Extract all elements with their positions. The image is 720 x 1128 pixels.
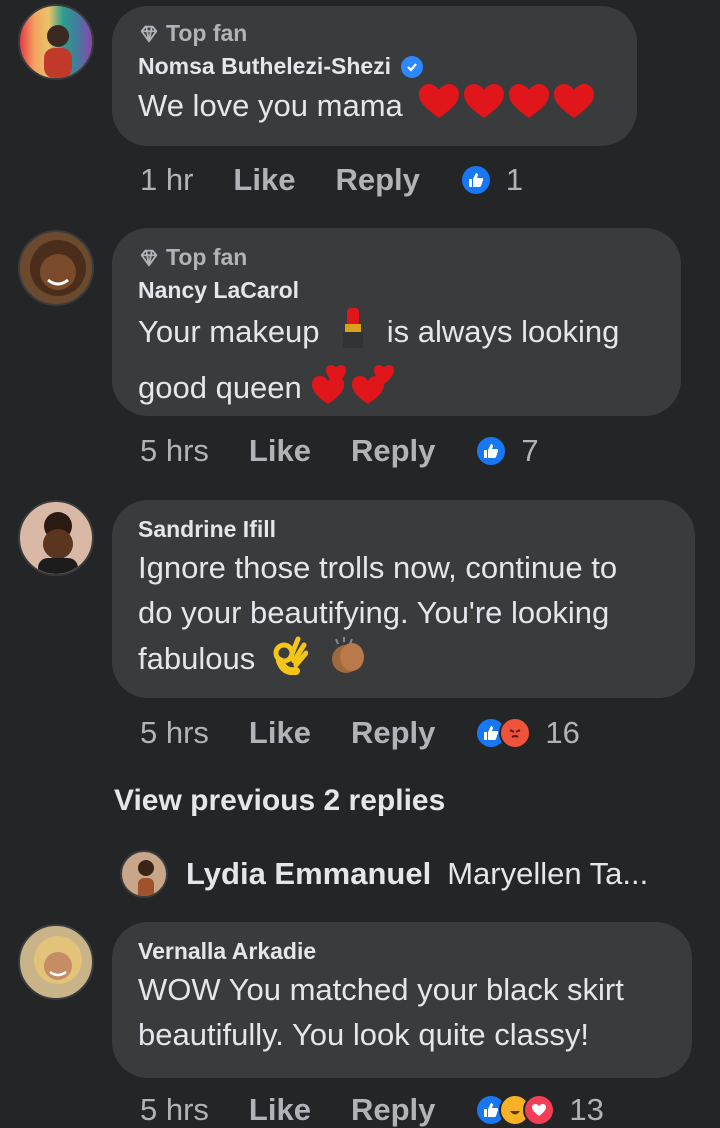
comment-text-line: good queen — [138, 370, 302, 406]
avatar[interactable] — [18, 4, 94, 80]
comment-bubble: Top fan Nomsa Buthelezi-Shezi We love yo… — [112, 6, 637, 146]
reactions[interactable] — [475, 717, 532, 749]
commenter-name-text[interactable]: Nomsa Buthelezi-Shezi — [138, 53, 391, 80]
comment-text: WOW You matched your black skirt beautif… — [138, 967, 666, 1057]
reaction-count[interactable]: 16 — [545, 715, 579, 751]
reply-preview-text[interactable]: Maryellen Ta... — [447, 856, 648, 892]
verified-badge-icon — [401, 55, 424, 78]
angry-reaction-icon — [499, 717, 532, 749]
like-button[interactable]: Like — [249, 433, 311, 469]
two-hearts-emoji — [310, 362, 396, 418]
view-previous-replies-link[interactable]: View previous 2 replies — [114, 784, 445, 818]
reaction-count[interactable]: 7 — [521, 433, 538, 469]
diamond-icon — [140, 25, 158, 42]
love-reaction-icon — [523, 1094, 556, 1126]
comment-text-line: do your beautifying. You're looking — [138, 595, 610, 630]
comment-text-line: Ignore those trolls now, continue to — [138, 550, 618, 585]
avatar[interactable] — [120, 850, 168, 898]
like-reaction-icon — [475, 435, 508, 467]
reply-author-name[interactable]: Lydia Emmanuel — [186, 856, 431, 892]
like-button[interactable]: Like — [249, 715, 311, 751]
commenter-name[interactable]: Nomsa Buthelezi-Shezi — [138, 53, 611, 80]
comment-actions: 5 hrs Like Reply 16 — [140, 715, 580, 751]
commenter-name-text[interactable]: Sandrine Ifill — [138, 516, 276, 543]
reply-button[interactable]: Reply — [335, 162, 419, 198]
like-reaction-icon — [459, 164, 492, 196]
reply-button[interactable]: Reply — [351, 715, 435, 751]
comment-text-line: We love you mama — [138, 88, 403, 124]
comment-text-line: fabulous — [138, 641, 256, 677]
avatar[interactable] — [18, 924, 94, 1000]
timestamp[interactable]: 5 hrs — [140, 433, 209, 469]
timestamp[interactable]: 5 hrs — [140, 715, 209, 751]
top-fan-badge: Top fan — [138, 20, 611, 47]
comment-text: Your makeup is always looking good queen — [138, 306, 655, 418]
clapping-hands-emoji — [326, 635, 370, 687]
diamond-icon — [140, 249, 158, 266]
badge-label: Top fan — [166, 244, 248, 270]
reply-button[interactable]: Reply — [351, 433, 435, 469]
reply-preview[interactable]: Lydia Emmanuel Maryellen Ta... — [120, 850, 648, 898]
top-fan-badge: Top fan — [138, 244, 655, 271]
comment-actions: 1 hr Like Reply 1 — [140, 162, 523, 198]
comment-bubble: Vernalla Arkadie WOW You matched your bl… — [112, 922, 692, 1078]
reactions[interactable] — [475, 435, 508, 467]
comment-text-line: Your makeup — [138, 314, 320, 350]
comment-bubble: Sandrine Ifill Ignore those trolls now, … — [112, 500, 695, 698]
comment-text-line: is always looking — [386, 314, 620, 350]
avatar[interactable] — [18, 500, 94, 576]
like-button[interactable]: Like — [233, 162, 295, 198]
ok-hand-emoji — [272, 635, 309, 687]
reactions[interactable] — [459, 164, 492, 196]
commenter-name-text[interactable]: Vernalla Arkadie — [138, 938, 316, 965]
lipstick-emoji — [338, 306, 368, 362]
commenter-name[interactable]: Nancy LaCarol — [138, 277, 655, 304]
reactions[interactable] — [475, 1094, 556, 1126]
comment-actions: 5 hrs Like Reply 7 — [140, 433, 539, 469]
comment-text-line: WOW You matched your black skirt — [138, 972, 624, 1007]
comment-text-line: beautifully. You look quite classy! — [138, 1017, 589, 1052]
comment-bubble: Top fan Nancy LaCarol Your makeup is alw… — [112, 228, 681, 416]
badge-label: Top fan — [166, 20, 248, 46]
timestamp[interactable]: 1 hr — [140, 162, 193, 198]
commenter-name[interactable]: Sandrine Ifill — [138, 516, 669, 543]
comment-text: We love you mama — [138, 82, 611, 134]
commenter-name-text[interactable]: Nancy LaCarol — [138, 277, 299, 304]
comment-text: Ignore those trolls now, continue to do … — [138, 545, 669, 687]
hearts-emoji — [417, 82, 597, 134]
reaction-count[interactable]: 1 — [506, 162, 523, 198]
commenter-name[interactable]: Vernalla Arkadie — [138, 938, 666, 965]
avatar[interactable] — [18, 230, 94, 306]
